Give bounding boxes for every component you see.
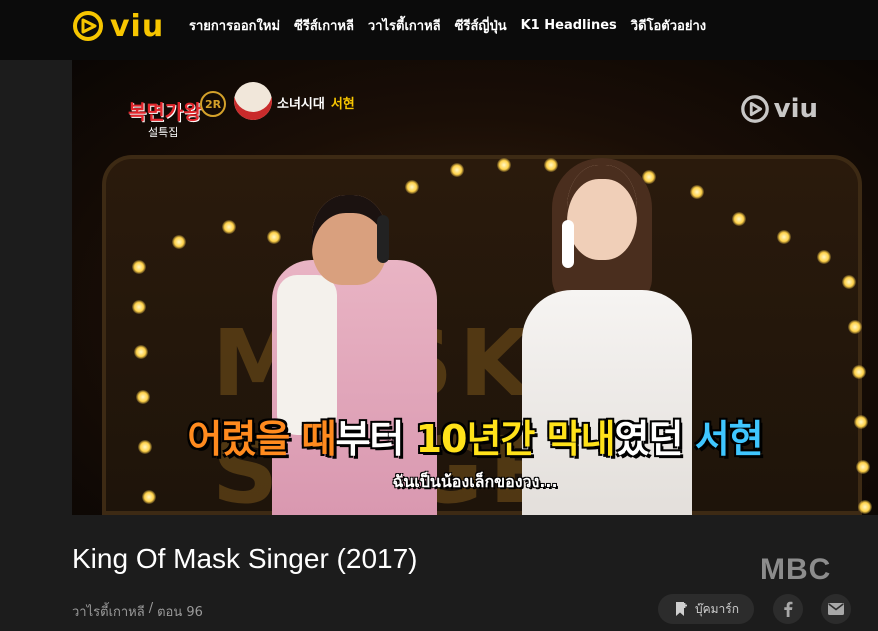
stage-light	[450, 163, 464, 177]
stage-light	[690, 185, 704, 199]
facebook-share-button[interactable]	[773, 594, 803, 624]
subtitle-part: 막내	[546, 417, 616, 461]
microphone-icon	[377, 215, 389, 263]
contestant-name: 서현	[330, 97, 355, 112]
show-logo-subtitle: 설특집	[148, 126, 179, 139]
host-head	[312, 195, 387, 285]
top-navigation-bar: viu รายการออกใหม่ ซีรีส์เกาหลี วาไรตี้เก…	[0, 0, 878, 60]
watermark-text: viu	[773, 94, 818, 124]
stage-light	[817, 250, 831, 264]
play-circle-icon	[73, 11, 103, 41]
round-badge: 2R	[200, 91, 226, 117]
main-nav: รายการออกใหม่ ซีรีส์เกาหลี วาไรตี้เกาหลี…	[189, 0, 720, 50]
email-share-button[interactable]	[821, 594, 851, 624]
stage-light	[852, 365, 866, 379]
video-player[interactable]: MASK SINGER 복면가왕 설특집 2R 소녀시대 서현	[72, 60, 878, 515]
stage-light	[848, 320, 862, 334]
facebook-icon	[784, 601, 793, 617]
stage-light	[132, 300, 146, 314]
contestant-group: 소녀시대	[277, 97, 325, 112]
nav-item-japanese-series[interactable]: ซีรีส์ญี่ปุ่น	[455, 15, 507, 36]
nav-item-korean-variety[interactable]: วาไรตี้เกาหลี	[368, 15, 441, 36]
stage-light	[497, 158, 511, 172]
nav-item-trailers[interactable]: วิดีโอตัวอย่าง	[631, 15, 706, 36]
subtitle-part: 어렸을 때	[187, 417, 336, 461]
stage-light	[172, 235, 186, 249]
contestant-tag: 소녀시대 서현	[277, 93, 355, 112]
microphone-icon	[562, 220, 574, 268]
subtitle-thai: ฉันเป็นน้องเล็กของวง...	[392, 472, 558, 491]
nav-item-k1-headlines[interactable]: K1 Headlines	[521, 18, 617, 33]
viu-watermark: viu	[740, 94, 818, 124]
stage-light	[732, 212, 746, 226]
stage-light	[405, 180, 419, 194]
mbc-network-logo: MBC	[760, 553, 832, 586]
stage-light	[858, 500, 872, 514]
guest-head	[567, 165, 637, 260]
subtitle-korean: 어렸을 때부터 10년간 막내였던 서현	[72, 408, 878, 463]
episode-meta: วาไรตี้เกาหลี / ตอน 96	[72, 601, 203, 622]
play-circle-icon	[740, 95, 769, 123]
mask-mascot-icon	[234, 82, 272, 120]
episode-number: ตอน 96	[157, 605, 203, 620]
stage-light	[136, 390, 150, 404]
nav-item-korean-series[interactable]: ซีรีส์เกาหลี	[294, 15, 354, 36]
show-title: King Of Mask Singer (2017)	[72, 543, 418, 574]
show-logo-title: 복면가왕	[128, 100, 202, 124]
subtitle-part: 10년간	[415, 417, 547, 461]
bookmark-button[interactable]: บุ๊คมาร์ก	[658, 594, 754, 624]
meta-separator: /	[148, 601, 154, 616]
bookmark-label: บุ๊คมาร์ก	[694, 601, 739, 616]
category-link[interactable]: วาไรตี้เกาหลี	[72, 601, 145, 622]
stage-light	[842, 275, 856, 289]
stage-light	[134, 345, 148, 359]
subtitle-part: 부터	[335, 417, 416, 461]
stage-light	[132, 260, 146, 274]
subtitle-part: 서현	[694, 417, 764, 461]
logo-text: viu	[110, 8, 165, 44]
subtitle-part: 였던	[614, 417, 695, 461]
stage-light	[777, 230, 791, 244]
stage-light	[267, 230, 281, 244]
stage-light	[544, 158, 558, 172]
bookmark-add-icon	[675, 602, 687, 616]
nav-item-new-shows[interactable]: รายการออกใหม่	[189, 15, 280, 36]
email-icon	[828, 603, 844, 615]
stage-light	[222, 220, 236, 234]
viu-logo[interactable]: viu	[72, 8, 164, 44]
